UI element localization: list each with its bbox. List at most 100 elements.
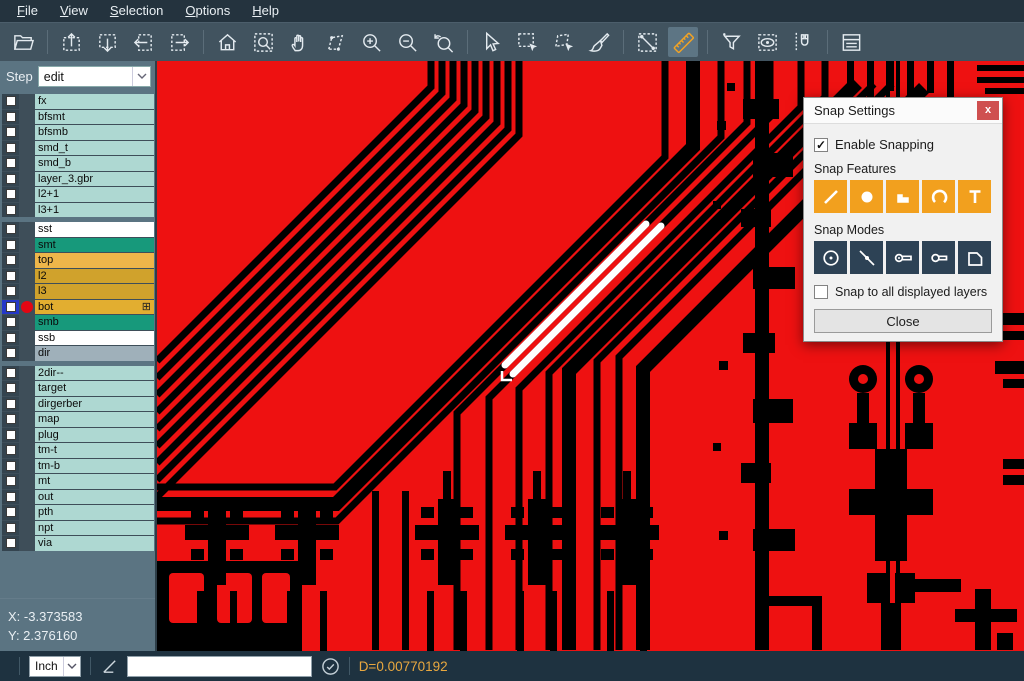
angle-measure-icon[interactable] [100, 657, 119, 676]
layer-visibility-checkbox[interactable] [2, 428, 19, 443]
layer-row-fx[interactable]: fx [2, 94, 154, 109]
menu-file[interactable]: File [6, 0, 49, 22]
layer-row-2dir--[interactable]: 2dir-- [2, 366, 154, 381]
dialog-title-bar[interactable]: Snap Settings x [804, 98, 1002, 124]
layer-visibility-checkbox[interactable] [2, 300, 19, 315]
layer-visibility-checkbox[interactable] [2, 110, 19, 125]
layer-label[interactable]: smd_t [35, 141, 154, 156]
layer-label[interactable]: smt [35, 238, 154, 253]
layer-visibility-checkbox[interactable] [2, 284, 19, 299]
layer-label[interactable]: layer_3.gbr [35, 172, 154, 187]
mode-pad-mid-icon[interactable] [886, 241, 919, 274]
layer-visibility-checkbox[interactable] [2, 94, 19, 109]
mode-point-on-line-icon[interactable] [850, 241, 883, 274]
snap-all-layers-checkbox[interactable] [814, 285, 828, 299]
layer-label[interactable]: smb [35, 315, 154, 330]
layer-label[interactable]: bot⊞ [35, 300, 154, 315]
layer-visibility-checkbox[interactable] [2, 156, 19, 171]
layer-visibility-checkbox[interactable] [2, 381, 19, 396]
layer-row-tm-b[interactable]: tm-b [2, 459, 154, 474]
layer-label[interactable]: bfsmt [35, 110, 154, 125]
layer-row-l2+1[interactable]: l2+1 [2, 187, 154, 202]
layer-visibility-checkbox[interactable] [2, 505, 19, 520]
layer-row-smt[interactable]: smt [2, 238, 154, 253]
box-arrow-left-icon[interactable] [128, 27, 158, 57]
close-button[interactable]: Close [814, 309, 992, 333]
box-arrow-down-icon[interactable] [92, 27, 122, 57]
step-dropdown[interactable]: edit [38, 66, 151, 87]
zoom-out-icon[interactable] [392, 27, 422, 57]
layer-label[interactable]: l2+1 [35, 187, 154, 202]
layer-row-smd_b[interactable]: smd_b [2, 156, 154, 171]
layer-visibility-checkbox[interactable] [2, 490, 19, 505]
layer-label[interactable]: l3 [35, 284, 154, 299]
layer-row-map[interactable]: map [2, 412, 154, 427]
layer-label[interactable]: fx [35, 94, 154, 109]
filter-icon[interactable] [716, 27, 746, 57]
layer-row-via[interactable]: via [2, 536, 154, 551]
menu-view[interactable]: View [49, 0, 99, 22]
measure-line-icon[interactable] [632, 27, 662, 57]
layer-visibility-checkbox[interactable] [2, 253, 19, 268]
menu-selection[interactable]: Selection [99, 0, 174, 22]
layer-row-l2[interactable]: l2 [2, 269, 154, 284]
layer-label[interactable]: mt [35, 474, 154, 489]
layer-visibility-checkbox[interactable] [2, 412, 19, 427]
layer-visibility-checkbox[interactable] [2, 203, 19, 218]
layer-row-smb[interactable]: smb [2, 315, 154, 330]
layer-row-sst[interactable]: sst [2, 222, 154, 237]
layer-label[interactable]: plug [35, 428, 154, 443]
layer-row-smd_t[interactable]: smd_t [2, 141, 154, 156]
open-folder-icon[interactable] [8, 27, 38, 57]
layer-visibility-checkbox[interactable] [2, 346, 19, 361]
layer-label[interactable]: l3+1 [35, 203, 154, 218]
zoom-polygon-icon[interactable] [320, 27, 350, 57]
feat-surface-icon[interactable] [886, 180, 919, 213]
layer-label[interactable]: bfsmb [35, 125, 154, 140]
snap-magnet-icon[interactable] [788, 27, 818, 57]
layer-row-dirgerber[interactable]: dirgerber [2, 397, 154, 412]
layers-panel-icon[interactable] [836, 27, 866, 57]
layer-visibility-checkbox[interactable] [2, 459, 19, 474]
layer-row-bfsmb[interactable]: bfsmb [2, 125, 154, 140]
layer-label[interactable]: 2dir-- [35, 366, 154, 381]
feat-line-icon[interactable] [814, 180, 847, 213]
units-dropdown[interactable]: Inch [29, 656, 81, 677]
feat-text-icon[interactable] [958, 180, 991, 213]
layer-row-bot[interactable]: bot⊞ [2, 300, 154, 315]
polygon-select-icon[interactable] [548, 27, 578, 57]
layer-label[interactable]: ssb [35, 331, 154, 346]
layer-label[interactable]: smd_b [35, 156, 154, 171]
pan-hand-icon[interactable] [284, 27, 314, 57]
zoom-area-icon[interactable] [248, 27, 278, 57]
layer-row-out[interactable]: out [2, 490, 154, 505]
layer-label[interactable]: npt [35, 521, 154, 536]
box-arrow-up-icon[interactable] [56, 27, 86, 57]
layer-row-mt[interactable]: mt [2, 474, 154, 489]
brush-icon[interactable] [584, 27, 614, 57]
layer-label[interactable]: tm-t [35, 443, 154, 458]
layer-visibility-checkbox[interactable] [2, 222, 19, 237]
command-input[interactable] [127, 656, 312, 677]
rect-select-icon[interactable] [512, 27, 542, 57]
layer-row-npt[interactable]: npt [2, 521, 154, 536]
layer-row-tm-t[interactable]: tm-t [2, 443, 154, 458]
layer-row-plug[interactable]: plug [2, 428, 154, 443]
layer-visibility-checkbox[interactable] [2, 315, 19, 330]
zoom-previous-icon[interactable] [428, 27, 458, 57]
layer-row-ssb[interactable]: ssb [2, 331, 154, 346]
zoom-in-icon[interactable] [356, 27, 386, 57]
snap-all-layers-row[interactable]: Snap to all displayed layers [814, 285, 992, 299]
layer-label[interactable]: target [35, 381, 154, 396]
home-icon[interactable] [212, 27, 242, 57]
layer-visibility-checkbox[interactable] [2, 331, 19, 346]
layer-label[interactable]: dir [35, 346, 154, 361]
layer-row-pth[interactable]: pth [2, 505, 154, 520]
ruler-icon[interactable] [668, 27, 698, 57]
layer-row-top[interactable]: top [2, 253, 154, 268]
layer-visibility-checkbox[interactable] [2, 536, 19, 551]
select-arrow-icon[interactable] [476, 27, 506, 57]
layer-visibility-checkbox[interactable] [2, 187, 19, 202]
layer-row-bfsmt[interactable]: bfsmt [2, 110, 154, 125]
layer-row-target[interactable]: target [2, 381, 154, 396]
